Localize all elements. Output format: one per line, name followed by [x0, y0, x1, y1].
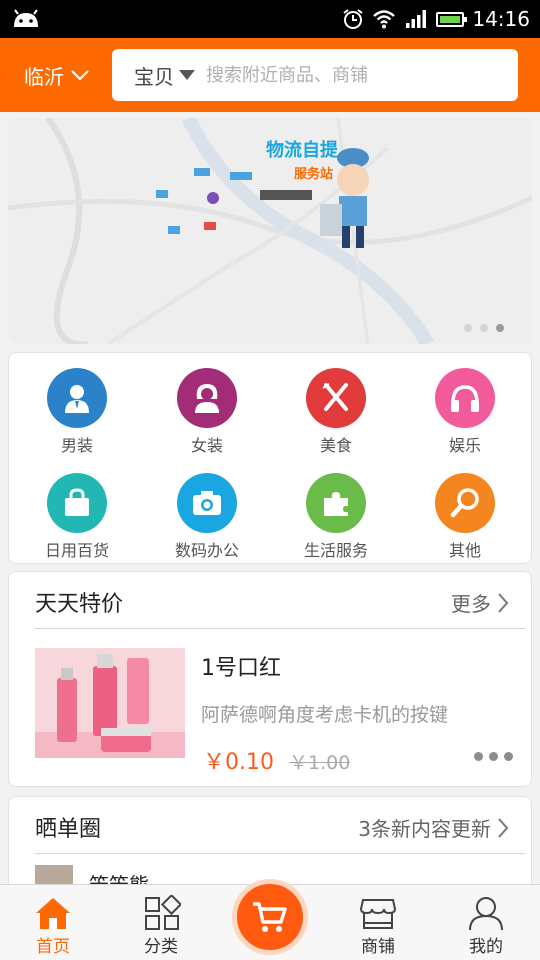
carousel-dot-active [496, 324, 504, 332]
category-label: 其他 [448, 541, 481, 560]
alarm-icon [343, 9, 363, 29]
divider [35, 853, 525, 854]
category-circle [435, 473, 495, 533]
camera-icon [193, 491, 221, 515]
banner-headline: 物流自提 [266, 139, 339, 161]
nav-mine-label: 我的 [469, 937, 503, 957]
category-entertainment[interactable]: 娱乐 [400, 353, 530, 455]
search-type-dropdown[interactable]: 宝贝 [134, 61, 196, 90]
category-circle [306, 473, 366, 533]
chevron-right-icon [498, 817, 509, 838]
category-women[interactable]: 女装 [142, 353, 272, 455]
category-circle [177, 368, 237, 428]
chevron-down-icon [71, 70, 89, 81]
category-digital-office[interactable]: 数码办公 [142, 458, 272, 560]
deal-item-description: 阿萨德啊角度考虑卡机的按键 [201, 704, 449, 726]
nav-mine[interactable]: 我的 [441, 895, 531, 958]
caret-down-icon [179, 70, 195, 80]
deal-item-name: 1号口红 [201, 656, 281, 681]
signal-icon [406, 10, 427, 28]
carousel-indicator [464, 324, 504, 332]
status-time: 14:16 [472, 7, 530, 31]
puzzle-icon [324, 492, 348, 516]
cart-button[interactable] [232, 879, 308, 955]
category-circle [177, 473, 237, 533]
category-daily-goods[interactable]: 日用百货 [12, 458, 142, 560]
user-icon [469, 897, 503, 931]
update-label: 3条新内容更新 [358, 817, 491, 841]
category-circle [435, 368, 495, 428]
category-circle [47, 473, 107, 533]
city-label: 临沂 [24, 64, 64, 89]
man-icon [65, 385, 89, 413]
search-type-label: 宝贝 [134, 64, 174, 89]
shopping-bag-icon [65, 488, 89, 516]
carousel-dot [464, 324, 472, 332]
chevron-right-icon [498, 592, 509, 613]
category-label: 男装 [60, 436, 93, 455]
magnifier-icon [450, 488, 479, 518]
nav-shop[interactable]: 商铺 [333, 895, 423, 958]
category-life-service[interactable]: 生活服务 [271, 458, 401, 560]
nav-home[interactable]: 首页 [8, 895, 98, 958]
nav-home-label: 首页 [36, 937, 70, 957]
showcase-update-link[interactable]: 3条新内容更新 [358, 813, 509, 842]
woman-icon [195, 384, 219, 413]
category-grid-icon [145, 893, 183, 930]
category-label: 娱乐 [448, 436, 481, 455]
fork-knife-icon [322, 383, 348, 411]
category-label: 日用百货 [44, 541, 109, 560]
battery-icon [436, 11, 468, 27]
category-men[interactable]: 男装 [12, 353, 142, 455]
category-label: 女装 [190, 436, 223, 455]
status-bar: 14:16 [0, 0, 540, 38]
headphones-icon [451, 385, 479, 412]
promo-banner[interactable]: 物流自提 服务站 [8, 118, 532, 344]
wifi-icon [373, 10, 396, 29]
category-circle [47, 368, 107, 428]
divider [35, 628, 525, 629]
nav-shop-label: 商铺 [361, 937, 395, 957]
more-options-icon[interactable] [474, 752, 513, 761]
daily-deals-more-link[interactable]: 更多 [451, 588, 509, 617]
showcase-title: 晒单圈 [35, 817, 102, 842]
category-label: 数码办公 [174, 541, 239, 560]
category-other[interactable]: 其他 [400, 458, 530, 560]
daily-deals-card: 天天特价 更多 1号口红 阿萨德啊角度考虑卡机的按键 ￥0.10 ￥1.00 [8, 571, 532, 787]
deal-item-price: ￥0.10 [203, 750, 274, 775]
map-illustration: 物流自提 服务站 [8, 118, 532, 344]
category-grid: 男装 女装 美食 娱乐 日用百货 数码办公 生活服务 其他 [8, 352, 532, 564]
search-input[interactable] [206, 64, 486, 86]
cart-icon [253, 902, 287, 932]
city-selector[interactable]: 临沂 [24, 38, 90, 112]
category-label: 生活服务 [303, 541, 368, 560]
category-circle [306, 368, 366, 428]
carousel-dot [480, 324, 488, 332]
top-bar: 临沂 宝贝 [0, 38, 540, 112]
android-icon [14, 9, 38, 27]
shop-icon [359, 899, 397, 929]
more-label: 更多 [451, 592, 491, 616]
bottom-navigation: 首页 分类 商铺 我的 [0, 879, 540, 960]
deal-item-original-price: ￥1.00 [289, 752, 351, 774]
product-image [35, 648, 185, 758]
category-label: 美食 [319, 436, 352, 455]
home-icon [36, 898, 70, 929]
nav-category[interactable]: 分类 [116, 893, 206, 958]
daily-deals-title: 天天特价 [35, 592, 124, 617]
category-food[interactable]: 美食 [271, 353, 401, 455]
nav-category-label: 分类 [144, 937, 178, 957]
banner-subline: 服务站 [294, 166, 333, 182]
search-bar[interactable]: 宝贝 [112, 49, 518, 101]
